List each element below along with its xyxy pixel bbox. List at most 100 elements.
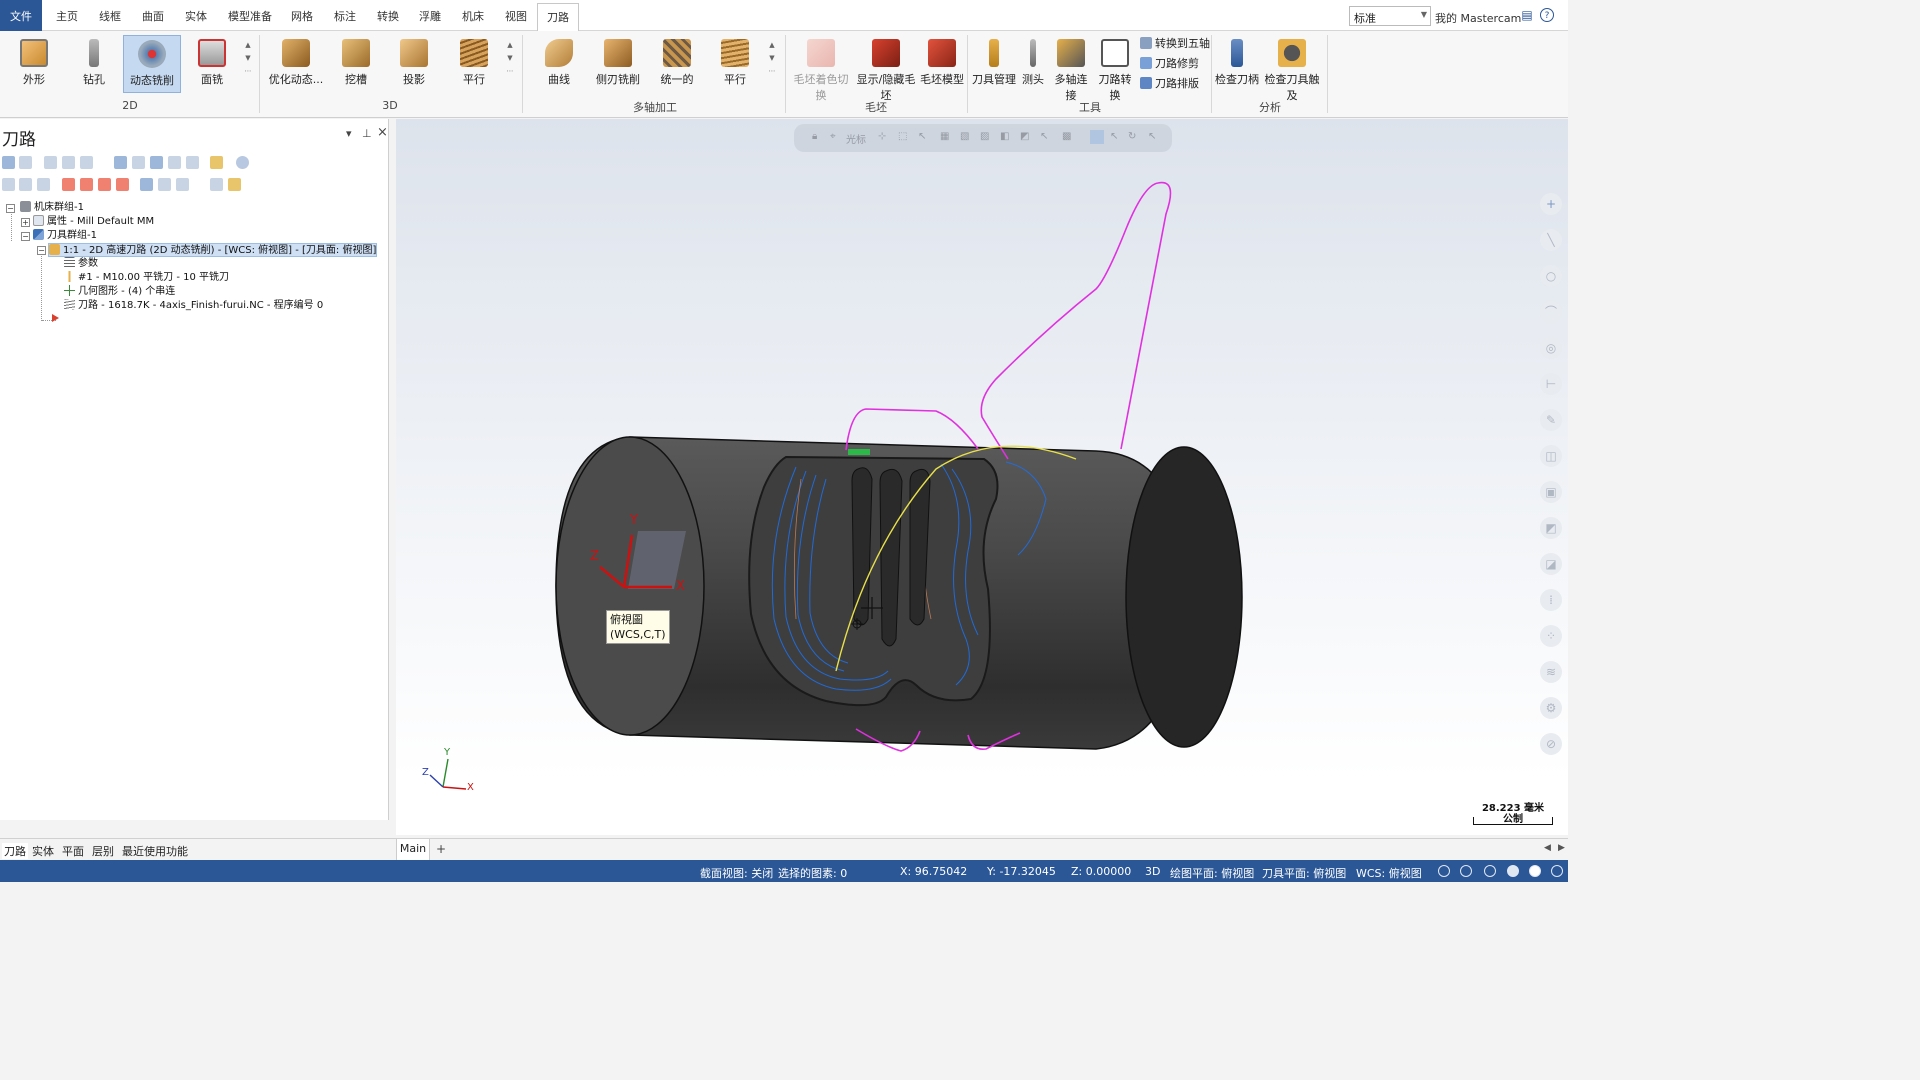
- collapse-toggle[interactable]: −: [37, 246, 46, 255]
- tab-wireframe[interactable]: 线框: [92, 0, 128, 31]
- tree-item-tool[interactable]: #1 - M10.00 平铣刀 - 10 平铣刀: [64, 271, 229, 285]
- my-mastercam-link[interactable]: 我的 Mastercam: [1435, 10, 1521, 26]
- stock-model-button[interactable]: 毛坯模型: [920, 35, 964, 93]
- line-icon[interactable]: ╲: [1540, 229, 1562, 251]
- swarf-button[interactable]: 侧刃铣削: [590, 35, 646, 93]
- lock-icon[interactable]: [2, 178, 15, 191]
- wcs-status[interactable]: WCS: 俯视图: [1356, 865, 1422, 881]
- move-down-icon[interactable]: [62, 178, 75, 191]
- regenerate-icon[interactable]: [44, 156, 57, 169]
- parallel-multiaxis-button[interactable]: 平行: [708, 35, 762, 93]
- select-all-icon[interactable]: [2, 156, 15, 169]
- solid-icon[interactable]: ◩: [1540, 517, 1562, 539]
- section-view-status[interactable]: 截面视图: 关闭: [700, 865, 773, 881]
- options-icon[interactable]: [176, 178, 189, 191]
- scroll-arrow-icon[interactable]: [116, 178, 129, 191]
- post-icon[interactable]: [168, 156, 181, 169]
- layers-icon[interactable]: ≋: [1540, 661, 1562, 683]
- contour-button[interactable]: 外形: [6, 35, 62, 93]
- draw-plane-status[interactable]: 绘图平面: 俯视图: [1170, 865, 1254, 881]
- tree-item-machine-group[interactable]: 机床群组-1: [20, 201, 84, 215]
- verify-icon[interactable]: [132, 156, 145, 169]
- tool-manager-button[interactable]: 刀具管理: [972, 35, 1016, 93]
- check-tool-reach-button[interactable]: 检查刀具触及: [1262, 35, 1322, 102]
- gallery-scroll-multiaxis[interactable]: ▲ ▼ ⋯: [767, 39, 777, 91]
- multiaxis-link-button[interactable]: 多轴连接: [1050, 35, 1092, 102]
- convert-to-5axis-button[interactable]: 转换到五轴: [1140, 35, 1210, 53]
- add-icon[interactable]: +: [1540, 193, 1562, 215]
- close-icon[interactable]: ×: [377, 125, 388, 140]
- simulate-machine-icon[interactable]: [150, 156, 163, 169]
- tab-recent-functions[interactable]: 最近使用功能: [122, 843, 188, 859]
- tab-transform[interactable]: 转换: [370, 0, 406, 31]
- tab-view[interactable]: 视图: [498, 0, 534, 31]
- drill-button[interactable]: 钻孔: [66, 35, 122, 93]
- wireframe-display-icon[interactable]: [1460, 865, 1472, 877]
- stock-display-button[interactable]: 显示/隐藏毛坯: [854, 35, 918, 102]
- tool-plane-status[interactable]: 刀具平面: 俯视图: [1262, 865, 1346, 881]
- tab-toolpaths-manager[interactable]: 刀路: [2, 843, 28, 859]
- tab-drafting[interactable]: 标注: [327, 0, 363, 31]
- tree-item-geometry[interactable]: 几何图形 - (4) 个串连: [64, 285, 175, 299]
- delete-ops-icon[interactable]: [210, 156, 223, 169]
- mode-2d-3d-toggle[interactable]: 3D: [1145, 865, 1160, 878]
- pen-icon[interactable]: ✎: [1540, 409, 1562, 431]
- material-icon[interactable]: [1529, 865, 1541, 877]
- stock-icon[interactable]: ◪: [1540, 553, 1562, 575]
- tab-machine[interactable]: 机床: [455, 0, 491, 31]
- tree-item-toolpath-group[interactable]: 刀具群组-1: [33, 229, 97, 243]
- trim-toolpath-button[interactable]: 刀路修剪: [1140, 55, 1199, 73]
- toolpath-transform-button[interactable]: 刀路转换: [1094, 35, 1136, 102]
- translucency-icon[interactable]: [1507, 865, 1519, 877]
- curve-button[interactable]: 曲线: [532, 35, 586, 93]
- gallery-scroll-3d[interactable]: ▲ ▼ ⋯: [505, 39, 515, 91]
- display-selected-icon[interactable]: [140, 178, 153, 191]
- high-feed-icon[interactable]: [186, 156, 199, 169]
- move-up-icon[interactable]: [80, 178, 93, 191]
- tree-item-toolpath[interactable]: 刀路 - 1618.7K - 4axis_Finish-furui.NC - 程…: [64, 299, 323, 313]
- stock-shading-button[interactable]: 毛坯着色切换: [790, 35, 852, 102]
- style-select[interactable]: 标准 ▼: [1349, 6, 1431, 26]
- globe-icon[interactable]: [1438, 865, 1450, 877]
- unified-button[interactable]: 统一的: [650, 35, 704, 93]
- collapse-toggle[interactable]: −: [21, 232, 30, 241]
- target-icon[interactable]: ◎: [1540, 337, 1562, 359]
- help-icon[interactable]: ?: [1540, 8, 1554, 22]
- tab-surfaces[interactable]: 曲面: [135, 0, 171, 31]
- z-coordinate[interactable]: Z: 0.00000: [1071, 865, 1131, 878]
- optirough-button[interactable]: 优化动态...: [266, 35, 326, 93]
- select-failed-icon[interactable]: [19, 156, 32, 169]
- panel-menu-icon[interactable]: ▾: [346, 127, 352, 140]
- shaded-display-icon[interactable]: [1484, 865, 1496, 877]
- filter-icon[interactable]: [210, 178, 223, 191]
- simulate-icon[interactable]: [80, 156, 93, 169]
- tab-home[interactable]: 主页: [50, 0, 84, 31]
- tab-levels-manager[interactable]: 层别: [92, 843, 114, 859]
- insert-arrow-icon[interactable]: [52, 314, 59, 322]
- scroll-left-icon[interactable]: ◀: [1544, 843, 1551, 853]
- backplot-icon[interactable]: [114, 156, 127, 169]
- settings-icon[interactable]: ⚙︎: [1540, 697, 1562, 719]
- pocket-3d-button[interactable]: 挖槽: [330, 35, 382, 93]
- cancel-icon[interactable]: ⊘: [1540, 733, 1562, 755]
- pin-icon[interactable]: ⊥: [362, 127, 372, 140]
- tab-planes-manager[interactable]: 平面: [62, 843, 84, 859]
- toggle-display-icon[interactable]: [19, 178, 32, 191]
- tree-item-operation[interactable]: 1:1 - 2D 高速刀路 (2D 动态铣削) - [WCS: 俯视图] - […: [48, 243, 378, 257]
- tab-toolpaths[interactable]: 刀路: [537, 3, 579, 31]
- cube-icon[interactable]: ◫: [1540, 445, 1562, 467]
- collapse-toggle[interactable]: −: [6, 204, 15, 213]
- circle-icon[interactable]: ○: [1540, 265, 1562, 287]
- options-icon[interactable]: ▤: [1520, 8, 1534, 22]
- gallery-scroll-2d[interactable]: ▲ ▼ ⋯: [243, 39, 253, 91]
- tab-model-prep[interactable]: 模型准备: [222, 0, 278, 31]
- regenerate-dirty-icon[interactable]: [62, 156, 75, 169]
- parallel-3d-button[interactable]: 平行: [448, 35, 500, 93]
- arc-icon[interactable]: ⌒: [1540, 301, 1562, 323]
- nesting-button[interactable]: 刀路排版: [1140, 75, 1199, 93]
- check-holder-button[interactable]: 检查刀柄: [1214, 35, 1260, 93]
- dimension-icon[interactable]: ⊢: [1540, 373, 1562, 395]
- tab-mesh[interactable]: 网格: [285, 0, 319, 31]
- tree-item-parameters[interactable]: 参数: [64, 257, 98, 271]
- tab-solids-manager[interactable]: 实体: [32, 843, 54, 859]
